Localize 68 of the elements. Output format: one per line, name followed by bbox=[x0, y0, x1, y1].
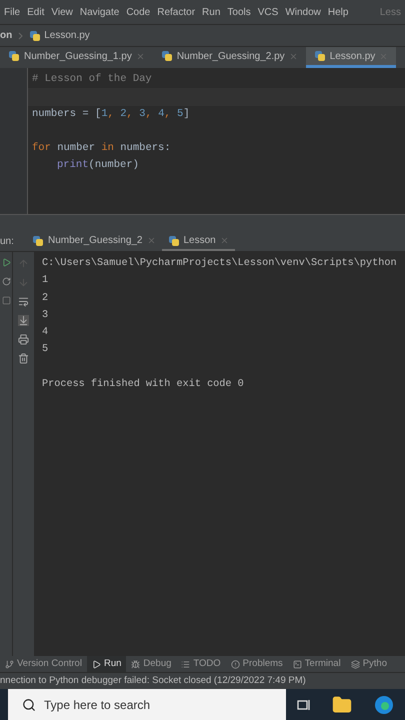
editor-tab[interactable]: Number_Guessing_1.py bbox=[0, 47, 153, 68]
exit-message: Process finished with exit code 0 bbox=[42, 379, 244, 390]
tool-window-button[interactable]: Debug bbox=[126, 656, 176, 672]
console-line: 1 bbox=[42, 275, 48, 286]
folder-icon[interactable] bbox=[332, 694, 352, 714]
code-line: print(number) bbox=[57, 159, 139, 172]
code-line: for number in numbers: bbox=[32, 142, 171, 154]
run-label: un: bbox=[0, 235, 15, 249]
todo-icon bbox=[181, 660, 190, 668]
status-message: nnection to Python debugger failed: Socket closed (12/29/2022 7:49 PM) bbox=[0, 674, 306, 688]
search-box[interactable]: Type here to search bbox=[8, 689, 286, 720]
python-file-icon bbox=[32, 234, 44, 246]
menu-item[interactable]: File bbox=[4, 4, 20, 20]
python-icon bbox=[350, 660, 360, 668]
close-icon[interactable] bbox=[220, 236, 229, 245]
menu-item[interactable]: VCS bbox=[258, 4, 278, 20]
console-line: 5 bbox=[42, 344, 48, 356]
python-file-icon bbox=[314, 50, 326, 62]
tool-window-button[interactable]: Pytho bbox=[346, 656, 392, 672]
chevron-right-icon bbox=[18, 32, 24, 40]
rerun-icon[interactable] bbox=[2, 277, 10, 286]
vcs-icon bbox=[5, 660, 14, 668]
menu-item[interactable]: Window bbox=[285, 4, 321, 20]
close-icon[interactable] bbox=[288, 52, 298, 60]
console-line: 2 bbox=[42, 292, 48, 304]
scroll-to-end-icon[interactable] bbox=[18, 315, 29, 326]
trash-icon[interactable] bbox=[18, 353, 29, 364]
tool-window-button[interactable]: Terminal bbox=[288, 656, 346, 672]
menu-item[interactable]: Help bbox=[328, 4, 348, 20]
python-file-icon bbox=[29, 30, 42, 42]
code-line: numbers = [1, 2, 3, 4, 5] bbox=[32, 108, 190, 120]
console-line: 3 bbox=[42, 310, 48, 321]
menu-item[interactable]: Tools bbox=[227, 4, 251, 20]
console-line: C:\Users\Samuel\PycharmProjects\Lesson\venv\Scripts\python bbox=[42, 258, 397, 269]
close-icon[interactable] bbox=[146, 236, 156, 245]
menu-item[interactable]: View bbox=[51, 4, 73, 20]
run-icon bbox=[92, 660, 101, 668]
menu-item[interactable]: Refactor bbox=[157, 4, 196, 20]
debug-icon bbox=[131, 660, 140, 668]
console-line: 4 bbox=[42, 327, 48, 338]
breadcrumb-item[interactable]: on bbox=[0, 28, 12, 43]
soft-wrap-icon[interactable] bbox=[18, 296, 29, 307]
tool-window-button[interactable]: Version Control bbox=[0, 656, 87, 672]
window-title: Less bbox=[380, 6, 401, 20]
run-icon[interactable] bbox=[2, 258, 10, 267]
task-view-icon[interactable] bbox=[296, 698, 311, 712]
code-line: # Lesson of the Day bbox=[32, 73, 152, 85]
menu-item[interactable]: Navigate bbox=[80, 4, 120, 20]
tool-window-button[interactable]: TODO bbox=[176, 656, 226, 672]
python-file-icon bbox=[160, 50, 173, 62]
python-file-icon bbox=[168, 234, 180, 246]
run-tab[interactable]: Number_Guessing_2 bbox=[26, 232, 162, 251]
menu-item[interactable]: Run bbox=[202, 4, 220, 20]
menu-item[interactable]: Edit bbox=[27, 4, 44, 20]
close-icon[interactable] bbox=[136, 52, 145, 60]
problems-icon bbox=[230, 660, 240, 668]
terminal-icon bbox=[292, 660, 302, 668]
tool-window-button[interactable]: Problems bbox=[226, 656, 288, 672]
browser-icon[interactable] bbox=[374, 694, 394, 714]
stop-icon[interactable] bbox=[2, 296, 10, 305]
search-icon bbox=[22, 698, 36, 712]
tool-window-button[interactable]: Run bbox=[86, 656, 126, 672]
print-icon[interactable] bbox=[18, 334, 29, 345]
editor-tab[interactable]: Lesson.py bbox=[306, 47, 396, 68]
editor-tab[interactable]: Number_Guessing_2.py bbox=[152, 47, 306, 68]
menu-item[interactable]: Code bbox=[126, 4, 150, 20]
python-file-icon bbox=[8, 50, 20, 62]
breadcrumb-item[interactable]: Lesson.py bbox=[44, 28, 90, 43]
